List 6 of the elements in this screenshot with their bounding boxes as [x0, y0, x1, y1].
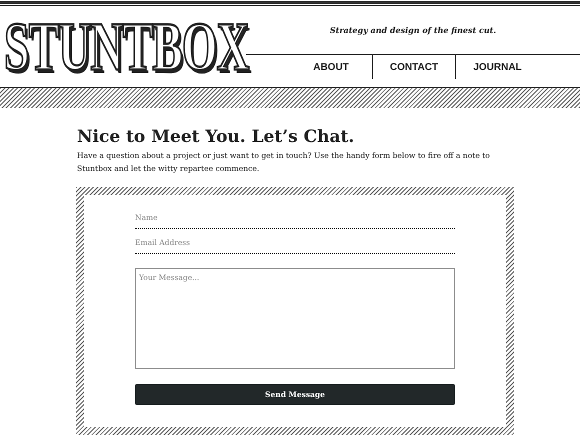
page-heading: Nice to Meet You. Let’s Chat.: [77, 126, 356, 148]
nav-link[interactable]: CONTACT: [373, 55, 456, 79]
tagline: Strategy and design of the finest cut.: [330, 24, 496, 36]
logo: STUNTBOX: [4, 12, 249, 81]
nav-link[interactable]: ABOUT: [290, 55, 373, 79]
nav-link[interactable]: JOURNAL: [456, 55, 539, 79]
